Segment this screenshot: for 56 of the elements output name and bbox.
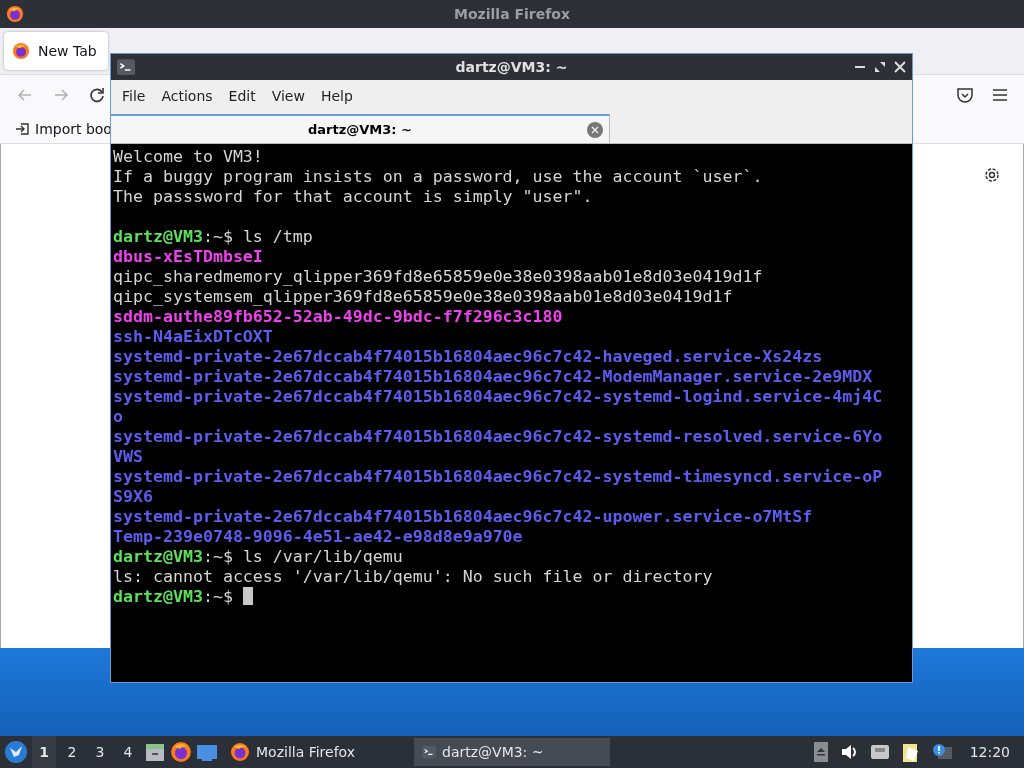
workspace-button[interactable]: 2: [60, 736, 84, 768]
menu-item[interactable]: View: [264, 86, 312, 106]
output-line: systemd-private-2e67dccab4f74015b16804aec96c7c42-haveged.service-Xs24zs: [113, 347, 824, 367]
bookmark-item[interactable]: Import boo: [14, 121, 112, 137]
output-line: Temp-239e0748-9096-4e51-ae42-e98d8e9a970e: [113, 527, 524, 547]
browser-tab[interactable]: New Tab: [4, 32, 108, 70]
output-line: The passsword for that account is simply "user".: [113, 187, 594, 207]
output-line: sddm-authe89fb652-52ab-49dc-9bdc-f7f296c3c180: [113, 307, 564, 327]
clock[interactable]: 12:20: [963, 744, 1016, 760]
terminal-icon: [422, 745, 436, 759]
prompt-text: dartz@VM3: [113, 547, 203, 566]
firefox-icon: [12, 42, 30, 60]
output-line: If a buggy program insists on a password, use the account `user`.: [113, 167, 764, 187]
output-line: ls: cannot access '/var/lib/qemu': No such file or directory: [113, 567, 714, 587]
output-line: dbus-xEsTDmbseI: [113, 247, 264, 267]
taskbar-task[interactable]: dartz@VM3: ~: [414, 738, 610, 766]
menu-item[interactable]: Actions: [154, 86, 220, 106]
workspace-button[interactable]: 4: [116, 736, 140, 768]
notification-icon[interactable]: [931, 743, 952, 761]
firefox-logo-icon: [6, 5, 24, 23]
close-tab-icon[interactable]: [587, 122, 603, 138]
volume-icon[interactable]: [839, 744, 858, 760]
output-line: systemd-private-2e67dccab4f74015b16804aec96c7c42-ModemManager.service-2e9MDX: [113, 367, 874, 387]
reload-icon[interactable]: [88, 86, 106, 104]
eject-icon[interactable]: [813, 742, 828, 762]
prompt-text: dartz@VM3: [113, 227, 203, 246]
firefox-icon: [230, 742, 250, 762]
import-icon: [14, 121, 30, 137]
workspace-button[interactable]: 1: [32, 736, 56, 768]
firefox-launcher-icon: [170, 741, 192, 763]
output-line: qipc_sharedmemory_qlipper369fd8e65859e0e38e0398aab01e8d03e0419d1f: [113, 267, 764, 287]
command-text: :~$ ls /var/lib/qemu: [202, 547, 403, 566]
terminal-icon: [117, 58, 135, 76]
window-title: Mozilla Firefox: [454, 6, 570, 22]
settings-icon[interactable]: [983, 166, 1001, 184]
output-line: ssh-N4aEixDTcOXT: [113, 327, 274, 347]
output-line: Welcome to VM3!: [113, 147, 264, 167]
window-title: dartz@VM3: ~: [455, 59, 568, 75]
pocket-icon[interactable]: [956, 86, 974, 104]
network-icon[interactable]: [869, 744, 890, 760]
file-cabinet-icon[interactable]: [144, 741, 166, 763]
output-line: systemd-private-2e67dccab4f74015b16804aec96c7c42-upower.service-o7MtSf: [113, 507, 814, 527]
clipboard-icon[interactable]: [901, 741, 920, 763]
output-line: qipc_systemsem_qlipper369fd8e65859e0e38e0398aab01e8d03e0419d1f: [113, 287, 734, 307]
prompt-text: dartz@VM3: [113, 587, 203, 606]
workspace-button[interactable]: 3: [88, 736, 112, 768]
menu-icon[interactable]: [992, 88, 1008, 102]
terminal-tab[interactable]: dartz@VM3: ~: [111, 114, 610, 143]
menu-item[interactable]: Help: [313, 86, 360, 106]
close-icon[interactable]: [894, 61, 906, 73]
command-text: :~$: [202, 587, 234, 606]
start-menu-icon[interactable]: [4, 740, 28, 764]
command-text: :~$ ls /tmp: [202, 227, 313, 246]
menu-item[interactable]: File: [115, 86, 153, 106]
menu-item[interactable]: Edit: [221, 86, 263, 106]
taskbar-task[interactable]: Mozilla Firefox: [222, 738, 404, 766]
